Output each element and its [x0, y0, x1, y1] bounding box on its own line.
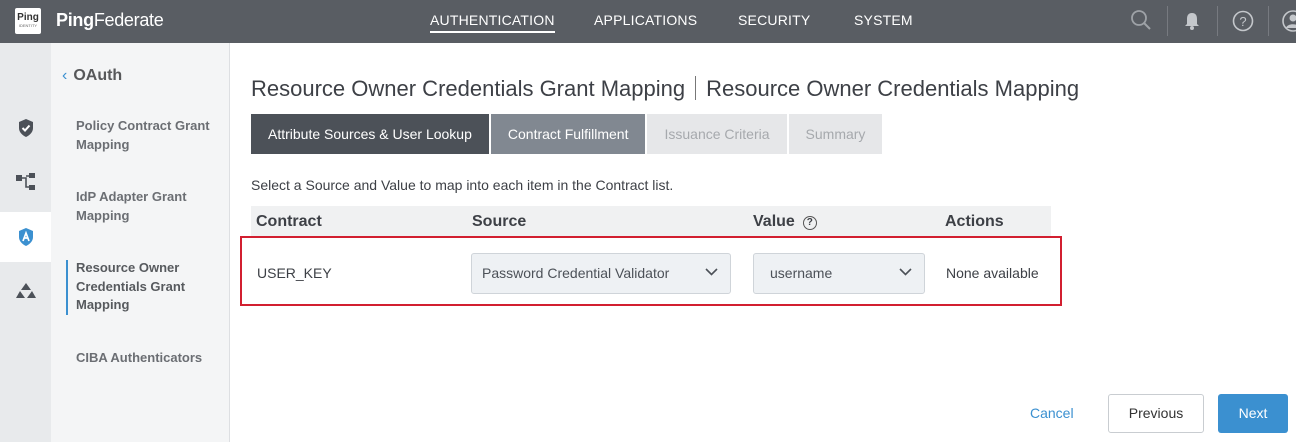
nav-security[interactable]: SECURITY: [738, 12, 810, 28]
logo-subtext: IDENTITY: [18, 23, 38, 28]
instructions-text: Select a Source and Value to map into ea…: [251, 177, 674, 193]
actions-cell: None available: [946, 265, 1039, 281]
active-indicator: [66, 260, 68, 315]
chevron-left-icon: ‹: [62, 67, 68, 84]
svg-text:?: ?: [1239, 14, 1246, 29]
divider: [1167, 6, 1168, 36]
icon-rail: [0, 43, 51, 442]
user-avatar-icon[interactable]: [1281, 9, 1296, 33]
back-to-oauth[interactable]: ‹ OAuth: [62, 67, 122, 85]
nav-authentication[interactable]: AUTHENTICATION: [430, 12, 555, 33]
product-name: PingFederate: [56, 10, 164, 31]
value-select-value: username: [770, 265, 833, 281]
divider: [1268, 6, 1269, 36]
chevron-down-icon: [899, 268, 912, 276]
tab-attribute-sources[interactable]: Attribute Sources & User Lookup: [251, 114, 489, 154]
logo-text: Ping: [17, 12, 39, 23]
oauth-icon: [18, 228, 33, 246]
rail-item-oauth[interactable]: [0, 212, 51, 262]
source-select-value: Password Credential Validator: [482, 265, 670, 281]
ping-logo[interactable]: Ping IDENTITY: [15, 8, 41, 34]
wizard-tabs: Attribute Sources & User Lookup Contract…: [251, 114, 884, 154]
back-label: OAuth: [73, 67, 123, 84]
brand-prefix: Ping: [56, 10, 94, 30]
title-divider: [695, 76, 697, 100]
value-help-icon[interactable]: ?: [802, 216, 817, 230]
rail-item-network[interactable]: [0, 266, 51, 316]
cancel-button[interactable]: Cancel: [1030, 405, 1074, 421]
top-nav-bar: Ping IDENTITY PingFederate AUTHENTICATIO…: [0, 0, 1296, 43]
source-select[interactable]: Password Credential Validator: [471, 253, 731, 294]
nav-system[interactable]: SYSTEM: [854, 12, 913, 28]
sidebar: ‹ OAuth Policy Contract Grant Mapping IdP…: [51, 43, 230, 442]
network-icon: [15, 283, 36, 298]
sidebar-item-idp-adapter-grant-mapping[interactable]: IdP Adapter Grant Mapping: [76, 188, 221, 225]
brand-suffix: Federate: [93, 10, 164, 30]
bell-icon[interactable]: [1183, 11, 1201, 31]
page-title: Resource Owner Credentials Grant Mapping…: [251, 76, 1079, 102]
search-icon[interactable]: [1130, 9, 1152, 31]
tab-issuance-criteria: Issuance Criteria: [647, 114, 787, 154]
nav-applications[interactable]: APPLICATIONS: [594, 12, 697, 28]
page-title-primary: Resource Owner Credentials Grant Mapping: [251, 76, 686, 101]
sidebar-item-ciba-authenticators[interactable]: CIBA Authenticators: [76, 349, 221, 368]
column-header-value: Value?: [753, 213, 817, 231]
value-select[interactable]: username: [753, 253, 925, 294]
tab-contract-fulfillment[interactable]: Contract Fulfillment: [490, 114, 646, 154]
rail-item-security[interactable]: [0, 103, 51, 153]
column-header-value-label: Value: [753, 213, 795, 230]
column-header-contract: Contract: [256, 213, 322, 230]
tab-summary: Summary: [788, 114, 883, 154]
contract-cell: USER_KEY: [257, 265, 332, 281]
help-icon[interactable]: ?: [1232, 10, 1254, 32]
column-header-source: Source: [472, 213, 527, 230]
page-title-secondary: Resource Owner Credentials Mapping: [706, 76, 1080, 101]
previous-button[interactable]: Previous: [1108, 394, 1204, 433]
table-header: Contract Source Value? Actions: [251, 206, 1051, 236]
rail-item-policies[interactable]: [0, 157, 51, 207]
next-button[interactable]: Next: [1218, 394, 1288, 433]
shield-check-icon: [18, 119, 33, 137]
flow-icon: [15, 173, 35, 190]
sidebar-item-resource-owner-credentials-grant-mapping[interactable]: Resource Owner Credentials Grant Mapping: [76, 259, 221, 315]
divider: [1217, 6, 1218, 36]
sidebar-item-policy-contract-grant-mapping[interactable]: Policy Contract Grant Mapping: [76, 117, 221, 154]
column-header-actions: Actions: [945, 213, 1004, 230]
chevron-down-icon: [705, 268, 718, 276]
